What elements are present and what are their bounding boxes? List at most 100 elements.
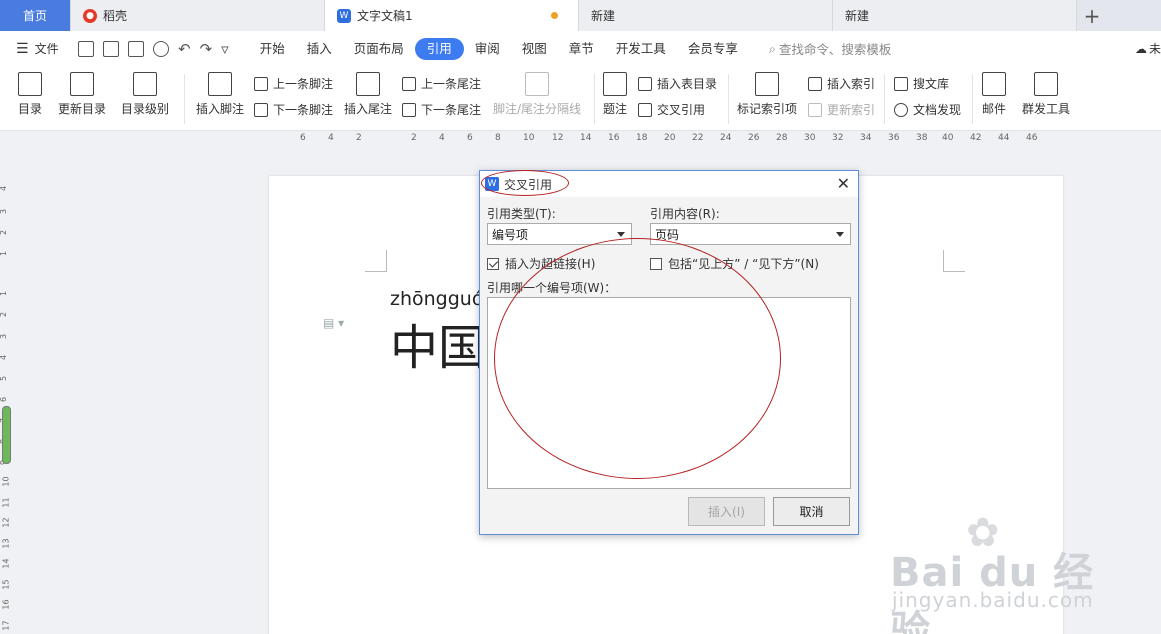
- print-icon[interactable]: [128, 40, 144, 57]
- undo-icon[interactable]: ↶: [178, 41, 191, 57]
- ribbon-separator: [594, 74, 595, 124]
- mass-tools-label: 群发工具: [1021, 102, 1070, 116]
- numbered-items-list[interactable]: [487, 297, 851, 489]
- menu-home[interactable]: 开始: [249, 38, 296, 60]
- update-index-icon: [808, 102, 822, 117]
- cross-reference-dialog: W 交叉引用 ✕ 引用类型(T): 编号项 引用内容(R): 页码 插入为超链接…: [479, 170, 859, 535]
- ruler-tick: 16: [1, 599, 11, 610]
- horizontal-ruler[interactable]: 6 4 2 2 4 6 8 10 12 14 16 18 20 22 24 26 28 30 32 34 36 38 40 4…: [290, 132, 1060, 146]
- menu-developer[interactable]: 开发工具: [605, 38, 677, 60]
- paragraph-icon[interactable]: ▤ ▾: [323, 316, 344, 330]
- update-toc-icon: [70, 72, 94, 96]
- mass-tools-button[interactable]: 群发工具: [1016, 66, 1076, 117]
- ruler-tick: 4: [328, 133, 334, 143]
- vertical-ruler[interactable]: 43211234567891011121314151617: [0, 150, 12, 634]
- prev-endnote-button[interactable]: 上一条尾注: [402, 75, 481, 92]
- next-endnote-label: 下一条尾注: [421, 103, 482, 117]
- file-menu[interactable]: ☰ 文件: [0, 40, 72, 57]
- menu-section[interactable]: 章节: [558, 38, 605, 60]
- insert-index-button[interactable]: 插入索引: [808, 75, 875, 92]
- dropdown-arrow-icon: [617, 232, 625, 237]
- menu-member[interactable]: 会员专享: [677, 38, 749, 60]
- ruler-tick: 36: [888, 133, 900, 143]
- search-library-button[interactable]: 搜文库: [894, 75, 949, 92]
- unsaved-dot-icon: [551, 12, 558, 19]
- insert-button[interactable]: 插入(I): [688, 497, 765, 526]
- menu-insert[interactable]: 插入: [296, 38, 343, 60]
- margin-corner-mark: [365, 250, 387, 272]
- separator-line-button[interactable]: 脚注/尾注分隔线: [490, 66, 584, 117]
- caption-button[interactable]: 题注: [600, 66, 630, 117]
- menu-view[interactable]: 视图: [511, 38, 558, 60]
- tab-daoke[interactable]: ● 稻壳: [71, 0, 325, 31]
- print-preview-icon[interactable]: [153, 40, 169, 57]
- cross-ref-button[interactable]: 交叉引用: [638, 101, 705, 118]
- above-below-checkbox[interactable]: 包括“见上方” / “见下方”(N): [650, 255, 819, 272]
- hyperlink-checkbox[interactable]: 插入为超链接(H): [487, 255, 595, 272]
- update-toc-button[interactable]: 更新目录: [56, 66, 108, 117]
- ref-content-label: 引用内容(R):: [650, 207, 720, 221]
- ruler-tick: 8: [495, 133, 501, 143]
- dialog-title-bar[interactable]: W 交叉引用 ✕: [480, 171, 858, 197]
- doc-discover-button[interactable]: 文档发现: [894, 101, 961, 118]
- update-index-button[interactable]: 更新索引: [808, 101, 875, 118]
- doc-discover-label: 文档发现: [913, 103, 962, 117]
- insert-table-toc-button[interactable]: 插入表目录: [638, 75, 717, 92]
- ruler-tick: 46: [1026, 133, 1038, 143]
- quick-access-toolbar: ↶ ↷ ▿: [78, 40, 229, 57]
- prev-footnote-button[interactable]: 上一条脚注: [254, 75, 333, 92]
- close-icon[interactable]: ✕: [837, 174, 850, 193]
- mark-index-button[interactable]: 标记索引项: [736, 66, 798, 117]
- cancel-button[interactable]: 取消: [773, 497, 850, 526]
- search-placeholder: 查找命令、搜索模板: [778, 42, 892, 57]
- ruler-tick: 40: [942, 133, 954, 143]
- mail-button[interactable]: 邮件: [978, 66, 1010, 117]
- ribbon-separator: [884, 74, 885, 124]
- tab-label: 首页: [22, 9, 47, 23]
- save-icon[interactable]: [78, 40, 94, 57]
- insert-footnote-button[interactable]: 插入脚注: [194, 66, 246, 117]
- export-pdf-icon[interactable]: [103, 40, 119, 57]
- ref-content-select[interactable]: 页码: [650, 223, 851, 245]
- ruler-tick: 42: [970, 133, 982, 143]
- tab-bar: 首页 ● 稻壳 W 文字文稿1 新建 新建 +: [0, 0, 1161, 31]
- menu-page-layout[interactable]: 页面布局: [343, 38, 415, 60]
- ref-content-value: 页码: [655, 227, 680, 242]
- ruler-tick: 4: [0, 186, 8, 191]
- toc-icon: [18, 72, 42, 96]
- tab-new-1[interactable]: 新建: [579, 0, 833, 31]
- ruler-tick: 14: [1, 558, 11, 569]
- tab-document[interactable]: W 文字文稿1: [325, 0, 579, 31]
- ruler-tick: 15: [1, 579, 11, 590]
- tab-new-2[interactable]: 新建: [833, 0, 1077, 31]
- redo-icon[interactable]: ↷: [200, 41, 213, 57]
- ruler-tick: 10: [1, 476, 11, 487]
- toc-button[interactable]: 目录: [12, 66, 48, 117]
- command-search[interactable]: ⌕ 查找命令、搜索模板: [769, 39, 892, 58]
- table-toc-icon: [638, 76, 652, 91]
- next-endnote-button[interactable]: 下一条尾注: [402, 101, 481, 118]
- next-footnote-button[interactable]: 下一条脚注: [254, 101, 333, 118]
- menu-bar: ☰ 文件 ↶ ↷ ▿ 开始 插入 页面布局 引用 审阅 视图 章节 开发工具 会员…: [0, 31, 1161, 66]
- insert-index-icon: [808, 76, 822, 91]
- ruler-tick: 18: [636, 133, 648, 143]
- menu-references[interactable]: 引用: [414, 37, 464, 60]
- cloud-sync[interactable]: ☁ 未: [1135, 40, 1161, 57]
- ruler-tick: 38: [916, 133, 928, 143]
- prev-endnote-label: 上一条尾注: [421, 77, 482, 91]
- ref-type-select[interactable]: 编号项: [487, 223, 632, 245]
- toc-level-button[interactable]: 目录级别: [116, 66, 174, 117]
- customize-dropdown-icon[interactable]: ▿: [221, 41, 229, 57]
- file-menu-label: 文件: [34, 42, 59, 56]
- insert-endnote-button[interactable]: 插入尾注: [342, 66, 394, 117]
- new-tab-plus-icon[interactable]: +: [1077, 0, 1107, 31]
- ruler-tick: 12: [552, 133, 564, 143]
- vertical-scroll-thumb[interactable]: [2, 406, 11, 464]
- writer-app-icon: W: [485, 177, 499, 191]
- ruler-tick: 1: [0, 291, 8, 296]
- ruler-tick: 5: [0, 376, 8, 381]
- ruler-tick: 20: [664, 133, 676, 143]
- tab-home[interactable]: 首页: [0, 0, 71, 31]
- menu-review[interactable]: 审阅: [464, 38, 511, 60]
- ruler-tick: 13: [1, 538, 11, 549]
